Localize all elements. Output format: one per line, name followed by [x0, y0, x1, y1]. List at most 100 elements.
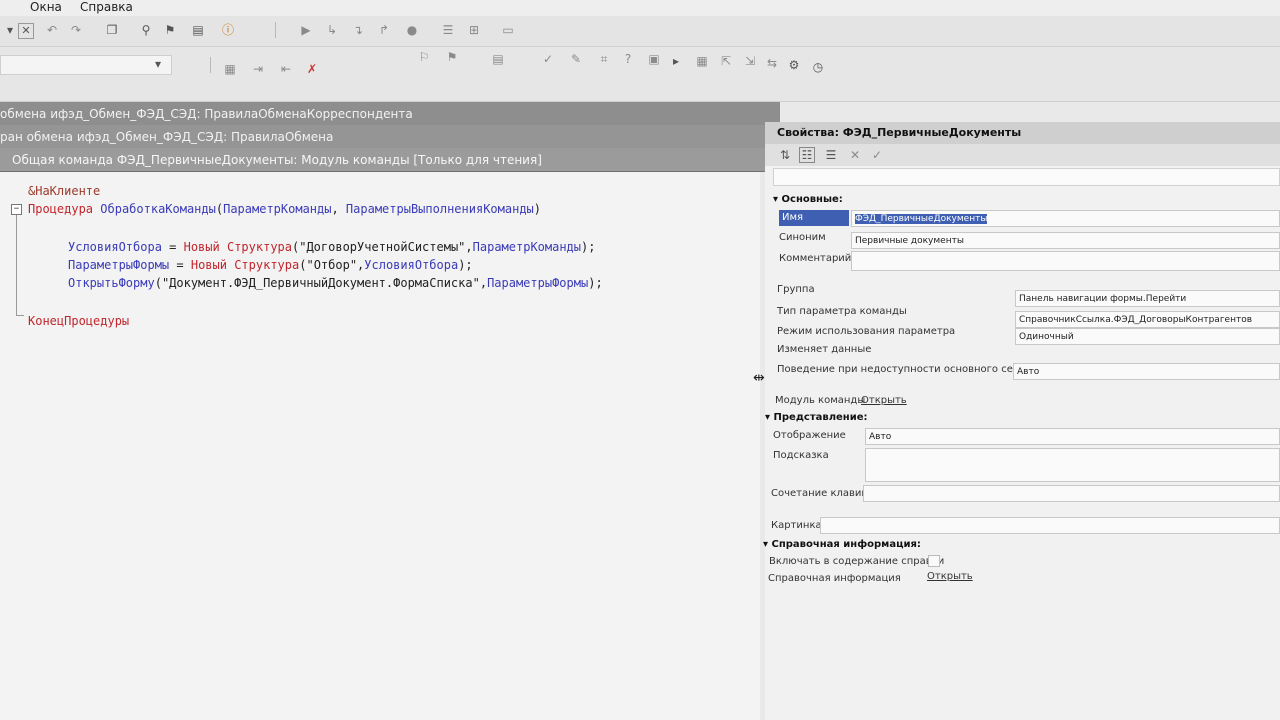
fold-guide — [16, 215, 17, 315]
template-icon[interactable]: ⌗ — [596, 51, 612, 67]
categories-icon[interactable]: ☷ — [799, 147, 815, 163]
step-icon[interactable]: ↳ — [324, 22, 340, 38]
document-icon[interactable]: ▤ — [190, 22, 206, 38]
chevron-down-icon[interactable]: ▾ — [150, 56, 166, 72]
menu-item-help[interactable]: Справка — [80, 0, 133, 14]
find-icon[interactable]: ⚲ — [138, 22, 154, 38]
window-tab-label: ран обмена ифэд_Обмен_ФЭД_СЭД: ПравилаОб… — [0, 130, 334, 144]
synonym-field[interactable]: Первичные документы — [851, 232, 1280, 249]
argument: УсловияОтбора — [364, 258, 459, 272]
window-tab-command-module[interactable]: Общая команда ФЭД_ПервичныеДокументы: Мо… — [0, 148, 765, 172]
wizard-icon[interactable]: ✎ — [568, 51, 584, 67]
tooltip-field[interactable] — [865, 448, 1280, 482]
window-icon[interactable]: ▭ — [500, 22, 516, 38]
delete-icon[interactable]: ✗ — [304, 61, 320, 77]
properties-panel: Свойства: ФЭД_ПервичныеДокументы ⇅ ☷ ☰ ✕… — [763, 122, 1280, 720]
syntax-check-icon[interactable]: ✓ — [540, 51, 556, 67]
compare-icon[interactable]: ⇆ — [764, 55, 780, 71]
param-mode-label: Режим использования параметра — [777, 326, 956, 337]
module-label: Модуль команды — [775, 395, 866, 406]
step-out-icon[interactable]: ↱ — [376, 22, 392, 38]
window-tab-exchange-rules[interactable]: ран обмена ифэд_Обмен_ФЭД_СЭД: ПравилаОб… — [0, 125, 780, 150]
module-open-link[interactable]: Открыть — [861, 395, 907, 406]
type-name: Структура — [226, 240, 292, 254]
cursor-icon[interactable]: ▸ — [668, 53, 684, 69]
argument: ПараметрКоманды — [472, 240, 582, 254]
table-icon[interactable]: ▦ — [694, 53, 710, 69]
server-behavior-field[interactable]: Авто — [1013, 363, 1280, 380]
code-editor[interactable]: &НаКлиенте − Процедура ОбработкаКоманды(… — [0, 172, 760, 720]
shortcut-label: Сочетание клавиш — [771, 488, 871, 499]
indent-icon[interactable]: ⇥ — [250, 61, 266, 77]
section-main-label: Основные: — [781, 194, 843, 205]
outdent-icon[interactable]: ⇤ — [278, 61, 294, 77]
section-main[interactable]: ▾ Основные: — [773, 194, 843, 205]
splitter-handle-icon[interactable]: ⇹ — [753, 370, 765, 386]
info-icon[interactable]: ⓘ — [220, 22, 236, 38]
form-icon[interactable]: ▣ — [646, 51, 662, 67]
sort-alpha-icon[interactable]: ⇅ — [777, 147, 793, 163]
import-icon[interactable]: ⇲ — [742, 53, 758, 69]
settings-icon[interactable]: ⚙ — [786, 57, 802, 73]
module-icon[interactable]: ▤ — [490, 51, 506, 67]
step-over-icon[interactable]: ↴ — [350, 22, 366, 38]
picture-field[interactable] — [820, 517, 1280, 534]
code-line-1: УсловияОтбора = Новый Структура("Договор… — [68, 240, 596, 254]
name-value: ФЭД_ПервичныеДокументы — [855, 214, 988, 224]
param-type-label: Тип параметра команды — [777, 306, 907, 317]
name-field[interactable]: ФЭД_ПервичныеДокументы — [851, 210, 1280, 227]
string-literal: "Документ.ФЭД_ПервичныйДокумент.ФормаСпи… — [161, 276, 480, 290]
shortcut-field[interactable] — [863, 485, 1280, 502]
param-mode-field[interactable]: Одиночный — [1015, 328, 1280, 345]
close-icon[interactable]: ✕ — [18, 23, 34, 39]
dropdown-arrow-icon[interactable]: ▾ — [2, 22, 18, 38]
bookmark-icon[interactable]: ⚐ — [416, 49, 432, 65]
fold-guide-end — [16, 315, 24, 316]
tree-icon[interactable]: ⊞ — [466, 22, 482, 38]
display-field[interactable]: Авто — [865, 428, 1280, 445]
include-help-checkbox[interactable] — [928, 555, 940, 567]
code-line-procedure: Процедура ОбработкаКоманды(ПараметрКоман… — [28, 202, 541, 216]
section-view[interactable]: ▾ Представление: — [765, 412, 868, 423]
combo-box[interactable] — [0, 55, 172, 75]
export-icon[interactable]: ⇱ — [718, 53, 734, 69]
section-help[interactable]: ▾ Справочная информация: — [763, 539, 921, 550]
list-icon[interactable]: ☰ — [440, 22, 456, 38]
synonym-label: Синоним — [779, 232, 826, 243]
comment-label: Комментарий — [779, 253, 852, 264]
help-info-open-link[interactable]: Открыть — [927, 571, 973, 582]
name-label: Имя — [779, 210, 849, 226]
code-line-3: ОткрытьФорму("Документ.ФЭД_ПервичныйДоку… — [68, 276, 603, 290]
properties-search-input[interactable] — [773, 168, 1280, 186]
comment-field[interactable] — [851, 251, 1280, 271]
format-icon[interactable]: ▦ — [222, 61, 238, 77]
parameter: ПараметрКоманды — [223, 202, 332, 216]
string-literal: "ДоговорУчетнойСистемы" — [299, 240, 466, 254]
variable: УсловияОтбора — [68, 240, 162, 254]
keyword: КонецПроцедуры — [28, 314, 130, 328]
cancel-icon[interactable]: ✕ — [847, 147, 863, 163]
query-icon[interactable]: ? — [620, 51, 636, 67]
collapse-icon[interactable]: − — [11, 204, 22, 215]
group-field[interactable]: Панель навигации формы.Перейти — [1015, 290, 1280, 307]
undo-icon[interactable]: ↶ — [44, 22, 60, 38]
timer-icon[interactable]: ◷ — [810, 59, 826, 75]
code-line-2: ПараметрыФормы = Новый Структура("Отбор"… — [68, 258, 473, 272]
string-literal: "Отбор" — [306, 258, 358, 272]
function-call: ОткрытьФорму — [68, 276, 155, 290]
toolbar-separator — [275, 22, 276, 38]
copy-icon[interactable]: ❐ — [104, 22, 120, 38]
window-tab-correspondent-rules[interactable]: обмена ифэд_Обмен_ФЭД_СЭД: ПравилаОбмена… — [0, 102, 780, 127]
menu-bar: Окна Справка — [0, 0, 1280, 16]
list-view-icon[interactable]: ☰ — [823, 147, 839, 163]
apply-icon[interactable]: ✓ — [869, 147, 885, 163]
include-help-label: Включать в содержание справки — [769, 556, 945, 567]
run-icon[interactable]: ▶ — [298, 22, 314, 38]
next-bookmark-icon[interactable]: ⚑ — [444, 49, 460, 65]
breakpoint-icon[interactable]: ● — [404, 22, 420, 38]
param-type-field[interactable]: СправочникСсылка.ФЭД_ДоговорыКонтрагенто… — [1015, 311, 1280, 328]
replace-icon[interactable]: ⚑ — [162, 22, 178, 38]
menu-item-windows[interactable]: Окна — [30, 0, 62, 14]
parameter: ПараметрыВыполненияКоманды — [345, 202, 534, 216]
redo-icon[interactable]: ↷ — [68, 22, 84, 38]
